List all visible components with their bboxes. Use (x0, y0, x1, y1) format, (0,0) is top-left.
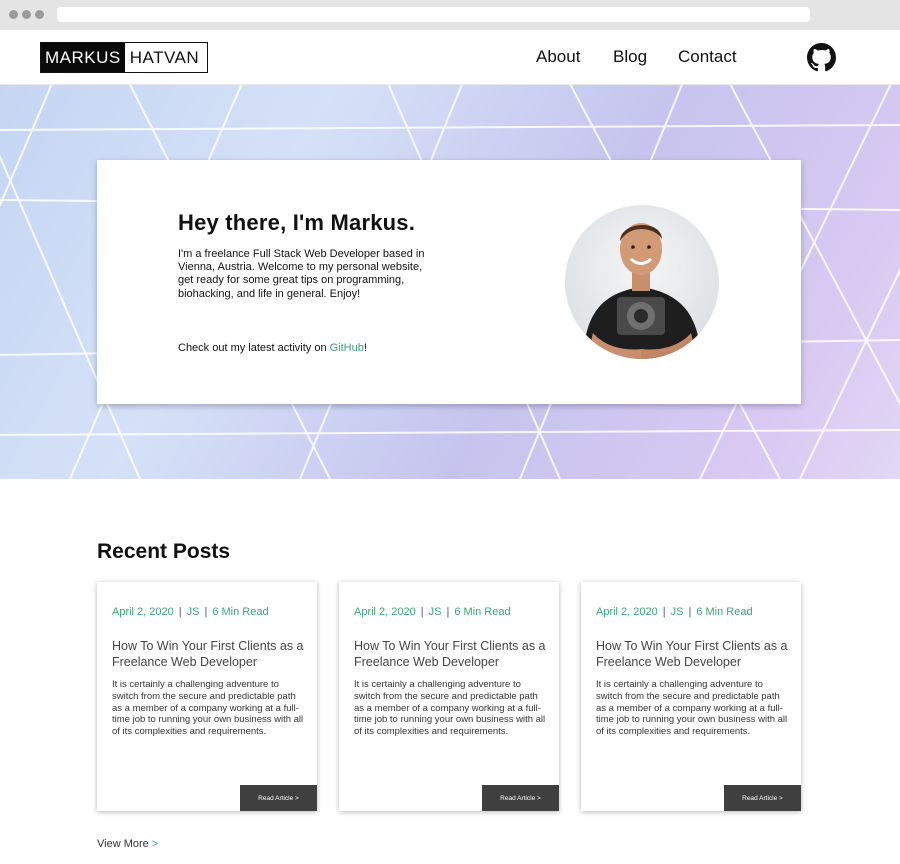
view-more-label: View More (97, 838, 149, 850)
recent-posts-title: Recent Posts (97, 540, 231, 563)
post-title[interactable]: How To Win Your First Clients as a Freel… (112, 639, 307, 670)
post-read-time: 6 Min Read (696, 606, 753, 618)
read-article-button[interactable]: Read Article > (724, 785, 801, 811)
address-bar[interactable] (57, 7, 810, 22)
post-card[interactable]: April 2, 2020 | JS | 6 Min Read How To Win Y… (97, 582, 317, 811)
post-meta: April 2, 2020 | JS | 6 Min Read (112, 606, 269, 618)
post-card[interactable]: April 2, 2020 | JS | 6 Min Read How To Win Y… (581, 582, 801, 811)
window-dot (35, 10, 44, 19)
hero-intro: I'm a freelance Full Stack Web Developer… (178, 248, 425, 300)
logo-first-name: MARKUS (41, 43, 125, 72)
read-article-button[interactable]: Read Article > (482, 785, 559, 811)
view-more-link[interactable]: View More > (97, 838, 158, 850)
post-excerpt: It is certainly a challenging adventure … (596, 679, 788, 738)
intro-card: Hey there, I'm Markus. I'm a freelance F… (97, 160, 801, 404)
cta-prefix: Check out my latest activity on (178, 342, 330, 354)
post-date: April 2, 2020 (596, 606, 658, 618)
post-title[interactable]: How To Win Your First Clients as a Freel… (596, 639, 791, 670)
browser-chrome (0, 0, 900, 31)
hero-title: Hey there, I'm Markus. (178, 210, 416, 235)
post-tag[interactable]: JS (429, 606, 442, 618)
nav-contact[interactable]: Contact (678, 46, 737, 68)
post-date: April 2, 2020 (112, 606, 174, 618)
window-dot (22, 10, 31, 19)
post-title[interactable]: How To Win Your First Clients as a Freel… (354, 639, 549, 670)
nav-blog[interactable]: Blog (613, 46, 647, 68)
chevron-right-icon: > (151, 838, 159, 850)
post-card[interactable]: April 2, 2020 | JS | 6 Min Read How To Win Y… (339, 582, 559, 811)
post-read-time: 6 Min Read (454, 606, 511, 618)
post-tag[interactable]: JS (671, 606, 684, 618)
site-logo[interactable]: MARKUS HATVAN (40, 42, 209, 73)
logo-last-name: HATVAN (124, 43, 208, 72)
window-dot (9, 10, 18, 19)
profile-photo (565, 205, 719, 359)
post-excerpt: It is certainly a challenging adventure … (354, 679, 546, 738)
read-article-button[interactable]: Read Article > (240, 785, 317, 811)
post-meta: April 2, 2020 | JS | 6 Min Read (354, 606, 511, 618)
post-meta: April 2, 2020 | JS | 6 Min Read (596, 606, 753, 618)
post-date: April 2, 2020 (354, 606, 416, 618)
github-icon[interactable] (807, 43, 836, 72)
post-tag[interactable]: JS (187, 606, 200, 618)
nav-about[interactable]: About (536, 46, 580, 68)
post-read-time: 6 Min Read (212, 606, 269, 618)
post-excerpt: It is certainly a challenging adventure … (112, 679, 304, 738)
github-link[interactable]: GitHub (330, 342, 364, 354)
cta-suffix: ! (363, 342, 367, 354)
hero-section: Hey there, I'm Markus. I'm a freelance F… (0, 85, 900, 479)
site-header: MARKUS HATVAN About Blog Contact (0, 30, 900, 85)
hero-cta: Check out my latest activity on GitHub! (178, 342, 367, 354)
